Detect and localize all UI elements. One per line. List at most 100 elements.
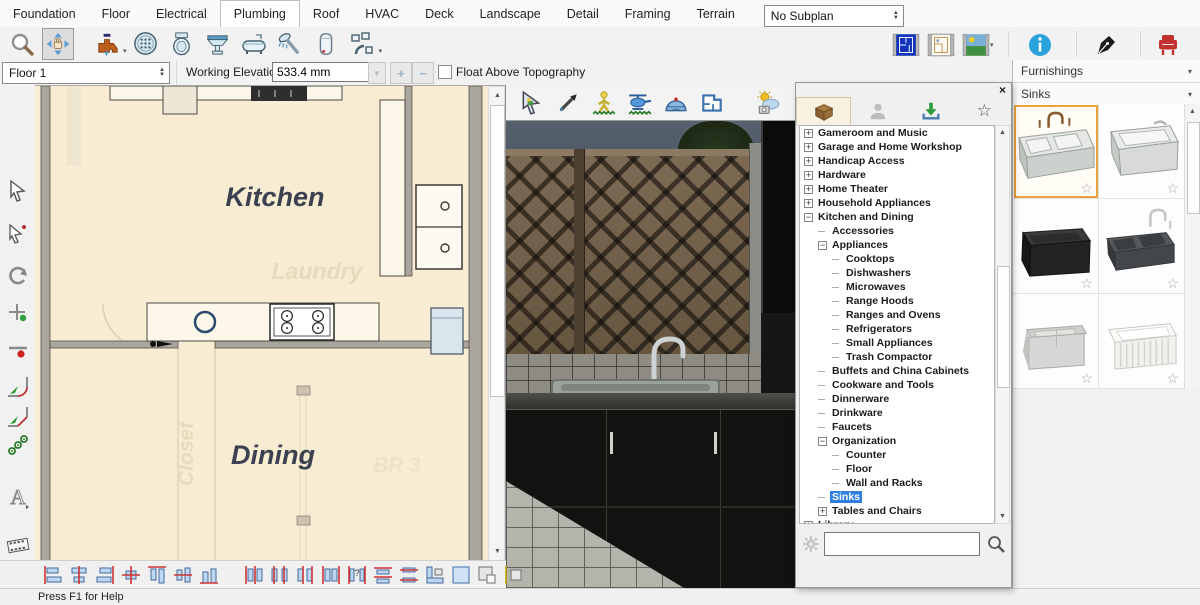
menu-tab-plumbing[interactable]: Plumbing bbox=[220, 0, 300, 28]
float-above-topography-checkbox[interactable] bbox=[438, 65, 452, 79]
tree-item-home-theater[interactable]: +Home Theater bbox=[800, 182, 994, 196]
plan-view-window[interactable]: Kitchen Laundry Dining Closet BR 3 ▲ ▼ bbox=[35, 85, 505, 561]
dropdown-arrow-icon[interactable]: ▾ bbox=[123, 47, 127, 55]
bottom-tool-reference-line[interactable] bbox=[500, 562, 526, 588]
tree-scrollbar[interactable]: ▲ ▼ bbox=[995, 125, 1010, 524]
plus-expander-icon[interactable]: + bbox=[804, 129, 813, 138]
tree-item-microwaves[interactable]: Microwaves bbox=[800, 280, 994, 294]
favorite-star-icon[interactable]: ☆ bbox=[1166, 180, 1179, 197]
dropdown-arrow-icon[interactable]: ▾ bbox=[379, 47, 383, 55]
water-heater-tool-button[interactable] bbox=[310, 28, 342, 60]
tab-favorites[interactable]: ☆ bbox=[958, 97, 1011, 125]
scroll-down-arrow[interactable]: ▼ bbox=[996, 510, 1009, 523]
tree-item-small-appliances[interactable]: Small Appliances bbox=[800, 336, 994, 350]
render-view-button[interactable] bbox=[960, 29, 992, 61]
sprinkler-tool-button[interactable] bbox=[4, 431, 31, 458]
minus-expander-icon[interactable]: − bbox=[804, 213, 813, 222]
tree-item-kitchen-and-dining[interactable]: −Kitchen and Dining bbox=[800, 210, 994, 224]
chamfer-corner-button[interactable] bbox=[4, 403, 31, 430]
walkthrough-tool-button[interactable] bbox=[4, 531, 31, 558]
edit-pen-button[interactable] bbox=[1090, 29, 1122, 61]
tab-downloads[interactable] bbox=[905, 97, 958, 125]
fillet-corner-button[interactable] bbox=[4, 373, 31, 400]
bottom-tool-space-between[interactable] bbox=[318, 562, 344, 588]
tree-item-hardware[interactable]: +Hardware bbox=[800, 168, 994, 182]
menu-tab-roof[interactable]: Roof bbox=[300, 1, 352, 27]
tree-item-tables-and-chairs[interactable]: +Tables and Chairs bbox=[800, 504, 994, 518]
favorite-star-icon[interactable]: ☆ bbox=[1080, 370, 1093, 387]
bottom-tool-space-left-edges[interactable] bbox=[240, 562, 266, 588]
search-icon[interactable] bbox=[986, 534, 1006, 554]
select-arrow-button[interactable] bbox=[4, 177, 31, 204]
tree-item-gameroom-and-music[interactable]: +Gameroom and Music bbox=[800, 126, 994, 140]
point-tool-button[interactable] bbox=[4, 299, 31, 326]
bottom-tool-space-exact[interactable]: ? bbox=[344, 562, 370, 588]
plus-expander-icon[interactable]: + bbox=[804, 171, 813, 180]
scrollbar-thumb[interactable] bbox=[997, 266, 1010, 388]
orbit-camera-tool-button[interactable] bbox=[660, 87, 692, 119]
select-similar-button[interactable] bbox=[4, 219, 31, 246]
bathtub-tool-button[interactable] bbox=[238, 28, 270, 60]
tree-item-garage-and-home-workshop[interactable]: +Garage and Home Workshop bbox=[800, 140, 994, 154]
tree-item-organization[interactable]: −Organization bbox=[800, 434, 994, 448]
plan-view-button[interactable] bbox=[925, 29, 957, 61]
scrollbar-thumb[interactable] bbox=[490, 105, 505, 397]
scrollbar-thumb[interactable] bbox=[1187, 122, 1200, 214]
floorplan-overlay-button[interactable] bbox=[696, 87, 728, 119]
favorite-star-icon[interactable]: ☆ bbox=[1166, 275, 1179, 292]
tree-item-ranges-and-ovens[interactable]: Ranges and Ovens bbox=[800, 308, 994, 322]
menu-tab-landscape[interactable]: Landscape bbox=[467, 1, 554, 27]
bottom-tool-space-right-edges[interactable] bbox=[292, 562, 318, 588]
spinner-icon[interactable]: ▲▼ bbox=[889, 11, 903, 21]
more-views-arrow-icon[interactable]: ▾ bbox=[990, 41, 994, 49]
tree-item-dinnerware[interactable]: Dinnerware bbox=[800, 392, 994, 406]
flyover-tool-button[interactable] bbox=[624, 87, 656, 119]
favorite-star-icon[interactable]: ☆ bbox=[1080, 275, 1093, 292]
library-search-input[interactable] bbox=[824, 532, 980, 556]
bottom-tool-space-vertical-top[interactable] bbox=[370, 562, 396, 588]
eyedropper-tool-button[interactable] bbox=[552, 87, 584, 119]
walkthrough-tool-button[interactable] bbox=[588, 87, 620, 119]
tree-item-cooktops[interactable]: Cooktops bbox=[800, 252, 994, 266]
scroll-up-arrow[interactable]: ▲ bbox=[489, 87, 506, 104]
text-tool-button[interactable]: A bbox=[4, 483, 31, 510]
pipe-tools-button[interactable] bbox=[346, 28, 378, 60]
zoom-tool-button[interactable] bbox=[6, 28, 38, 60]
faucet-tool-button[interactable] bbox=[90, 28, 122, 60]
minus-expander-icon[interactable]: − bbox=[818, 437, 827, 446]
menu-tab-floor[interactable]: Floor bbox=[89, 1, 143, 27]
scroll-down-arrow[interactable]: ▼ bbox=[489, 543, 506, 560]
shower-tool-button[interactable] bbox=[274, 28, 306, 60]
tree-item-range-hoods[interactable]: Range Hoods bbox=[800, 294, 994, 308]
elevation-minus-button[interactable]: − bbox=[412, 62, 434, 84]
tree-item-counter[interactable]: Counter bbox=[800, 448, 994, 462]
close-icon[interactable]: × bbox=[994, 84, 1011, 96]
minus-expander-icon[interactable]: − bbox=[818, 241, 827, 250]
plus-expander-icon[interactable]: + bbox=[804, 185, 813, 194]
menu-tab-framing[interactable]: Framing bbox=[612, 1, 684, 27]
favorite-star-icon[interactable]: ☆ bbox=[1166, 370, 1179, 387]
toilet-tool-button[interactable] bbox=[166, 28, 198, 60]
break-line-button[interactable] bbox=[4, 337, 31, 364]
tree-item-refrigerators[interactable]: Refrigerators bbox=[800, 322, 994, 336]
tree-item-appliances[interactable]: −Appliances bbox=[800, 238, 994, 252]
bottom-tool-align-center-vertical[interactable] bbox=[66, 562, 92, 588]
furnishings-header[interactable]: Furnishings ▾ bbox=[1013, 60, 1200, 83]
furniture-button[interactable] bbox=[1152, 29, 1184, 61]
menu-tab-hvac[interactable]: HVAC bbox=[352, 1, 412, 27]
bottom-tool-align-right[interactable] bbox=[92, 562, 118, 588]
environment-tool-button[interactable] bbox=[752, 87, 784, 119]
menu-tab-foundation[interactable]: Foundation bbox=[0, 1, 89, 27]
pan-tool-button[interactable] bbox=[42, 28, 74, 60]
elevation-dropdown-button[interactable]: ▼ bbox=[368, 62, 386, 84]
tree-item-dishwashers[interactable]: Dishwashers bbox=[800, 266, 994, 280]
subplan-dropdown[interactable]: No Subplan ▲▼ bbox=[764, 5, 904, 27]
tree-item-trash-compactor[interactable]: Trash Compactor bbox=[800, 350, 994, 364]
select-tool-button[interactable] bbox=[516, 87, 548, 119]
tree-item-household-appliances[interactable]: +Household Appliances bbox=[800, 196, 994, 210]
sink-thumbnail[interactable]: ☆ bbox=[1099, 104, 1185, 199]
tree-item-handicap-access[interactable]: +Handicap Access bbox=[800, 154, 994, 168]
menu-tab-electrical[interactable]: Electrical bbox=[143, 1, 220, 27]
sink-tool-button[interactable] bbox=[202, 28, 234, 60]
bottom-tool-align-center-horizontal[interactable] bbox=[170, 562, 196, 588]
